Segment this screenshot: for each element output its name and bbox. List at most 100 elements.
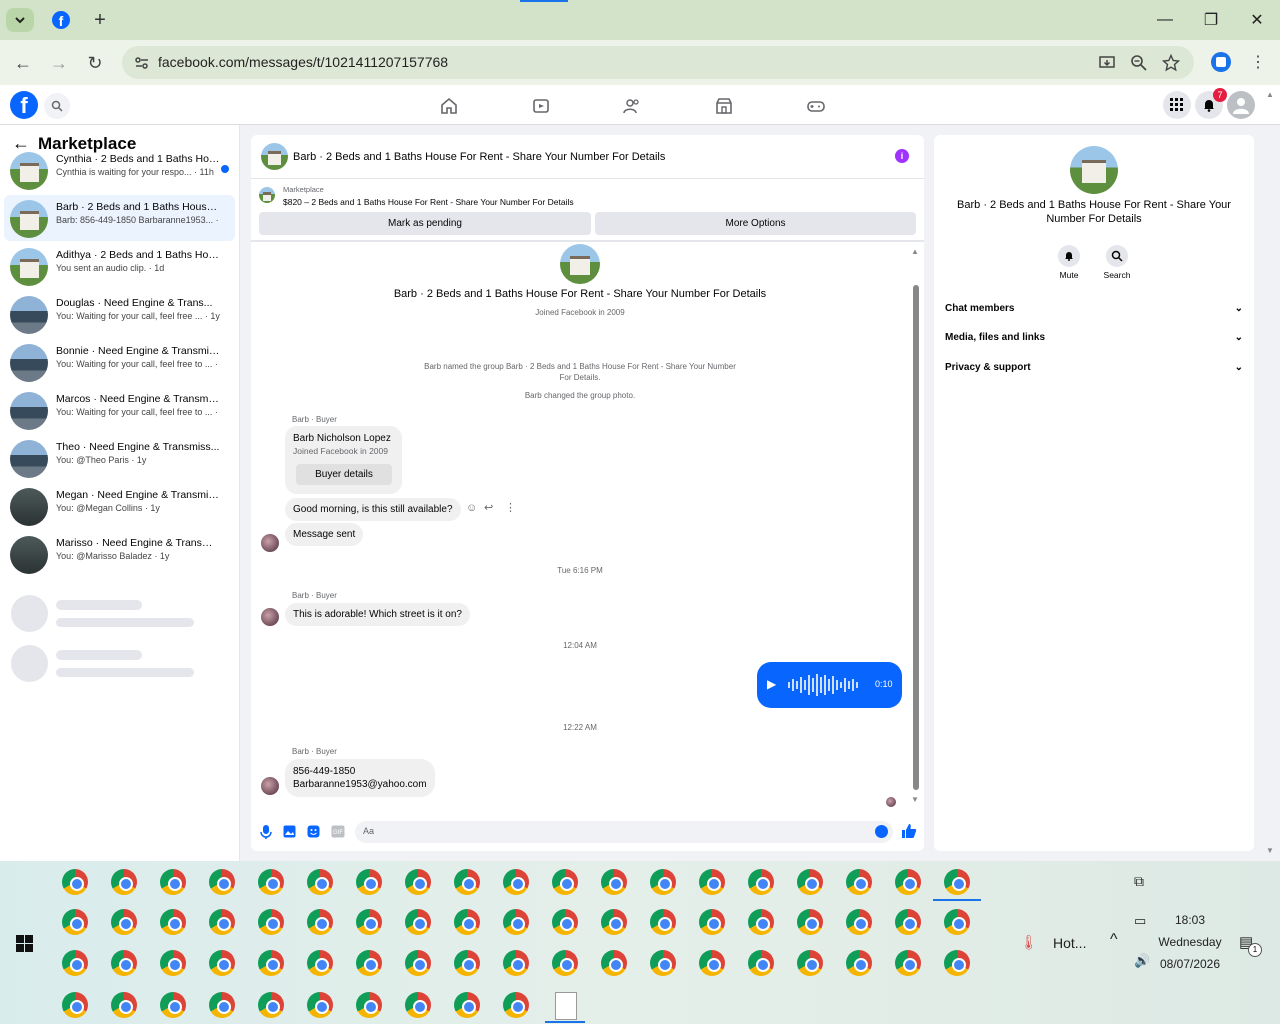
omnibox[interactable]: facebook.com/messages/t/1021411207157768 <box>122 46 1194 79</box>
chrome-taskbar-icon[interactable] <box>209 992 235 1018</box>
bookmark-star-icon[interactable] <box>1162 54 1180 72</box>
chrome-taskbar-icon[interactable] <box>356 992 382 1018</box>
chrome-taskbar-icon[interactable] <box>405 869 431 895</box>
chrome-taskbar-icon[interactable] <box>895 869 921 895</box>
info-icon[interactable]: i <box>895 149 909 163</box>
chrome-taskbar-icon[interactable] <box>209 869 235 895</box>
chrome-taskbar-icon[interactable] <box>454 869 480 895</box>
meet-now-icon[interactable]: ⧉ <box>1134 873 1144 890</box>
more-options-button[interactable]: More Options <box>595 212 916 235</box>
weather-icon[interactable]: 🌡 <box>1020 934 1038 951</box>
scroll-up-icon[interactable]: ▲ <box>911 247 919 256</box>
chrome-taskbar-icon[interactable] <box>62 992 88 1018</box>
chrome-taskbar-icon[interactable] <box>601 950 627 976</box>
chrome-taskbar-icon[interactable] <box>454 909 480 935</box>
chrome-taskbar-icon[interactable] <box>895 950 921 976</box>
chrome-taskbar-icon[interactable] <box>650 950 676 976</box>
conversation-item[interactable]: Marcos · Need Engine & Transmiss... You: … <box>4 387 235 433</box>
chrome-taskbar-icon[interactable] <box>699 869 725 895</box>
listing-title[interactable]: $820 – 2 Beds and 1 Baths House For Rent… <box>283 197 574 207</box>
message-bubble[interactable]: This is adorable! Which street is it on? <box>285 603 470 626</box>
photo-icon[interactable] <box>283 825 296 838</box>
mark-pending-button[interactable]: Mark as pending <box>259 212 591 235</box>
chrome-taskbar-icon[interactable] <box>748 909 774 935</box>
chrome-taskbar-icon[interactable] <box>258 869 284 895</box>
nav-friends[interactable] <box>621 95 643 117</box>
conversation-item[interactable]: Theo · Need Engine & Transmiss... You: @T… <box>4 435 235 481</box>
conversation-item[interactable]: Barb · 2 Beds and 1 Baths House F... Barb… <box>4 195 235 241</box>
windows-start-icon[interactable] <box>16 935 33 952</box>
chrome-taskbar-icon[interactable] <box>454 950 480 976</box>
conversation-item[interactable]: Douglas · Need Engine & Trans... You: Wai… <box>4 291 235 337</box>
section-chat-members[interactable]: Chat members ⌄ <box>945 303 1243 314</box>
scroll-down-icon[interactable]: ▼ <box>911 795 919 804</box>
clock-day[interactable]: Wednesday <box>1150 935 1230 949</box>
chrome-taskbar-icon[interactable] <box>454 992 480 1018</box>
clock-date[interactable]: 08/07/2026 <box>1150 957 1230 971</box>
network-icon[interactable]: ▭ <box>1134 913 1146 929</box>
chrome-taskbar-icon[interactable] <box>748 950 774 976</box>
chat-title[interactable]: Barb · 2 Beds and 1 Baths House For Rent… <box>293 151 665 163</box>
chrome-taskbar-icon[interactable] <box>160 992 186 1018</box>
chrome-taskbar-icon[interactable] <box>62 909 88 935</box>
chrome-taskbar-icon[interactable] <box>846 869 872 895</box>
chrome-taskbar-icon[interactable] <box>405 992 431 1018</box>
play-icon[interactable]: ▶ <box>767 677 776 691</box>
chrome-taskbar-icon[interactable] <box>307 909 333 935</box>
chrome-taskbar-icon[interactable] <box>405 950 431 976</box>
chrome-taskbar-icon[interactable] <box>111 909 137 935</box>
menu-button[interactable] <box>1163 91 1191 119</box>
show-hidden-icons-icon[interactable]: ^ <box>1110 931 1118 949</box>
volume-icon[interactable]: 🔊 <box>1134 953 1150 969</box>
mute-button[interactable] <box>1058 245 1080 267</box>
chrome-taskbar-icon[interactable] <box>307 869 333 895</box>
file-taskbar-icon[interactable] <box>555 992 577 1020</box>
chrome-taskbar-icon[interactable] <box>895 909 921 935</box>
sender-avatar[interactable] <box>261 608 279 626</box>
chrome-taskbar-icon[interactable] <box>111 992 137 1018</box>
react-icon[interactable]: ☺ <box>466 502 477 514</box>
emoji-icon[interactable] <box>875 825 888 838</box>
chrome-taskbar-icon[interactable] <box>258 909 284 935</box>
tab-facebook[interactable]: f <box>42 0 80 40</box>
chrome-taskbar-icon[interactable] <box>209 909 235 935</box>
chrome-taskbar-icon[interactable] <box>650 869 676 895</box>
conversation-item[interactable]: Marisso · Need Engine & Transmis... You: … <box>4 531 235 577</box>
chrome-taskbar-icon[interactable] <box>601 869 627 895</box>
site-info-icon[interactable] <box>134 55 150 71</box>
chrome-taskbar-icon[interactable] <box>748 869 774 895</box>
chrome-taskbar-icon[interactable] <box>552 909 578 935</box>
chrome-taskbar-icon[interactable] <box>552 950 578 976</box>
chrome-taskbar-icon[interactable] <box>797 869 823 895</box>
chrome-taskbar-icon[interactable] <box>601 909 627 935</box>
chrome-taskbar-icon[interactable] <box>699 909 725 935</box>
search-conversation-button[interactable] <box>1106 245 1128 267</box>
chrome-taskbar-icon[interactable] <box>944 909 970 935</box>
message-bubble[interactable]: 856-449-1850 Barbaranne1953@yahoo.com <box>285 759 435 797</box>
chrome-taskbar-icon[interactable] <box>797 950 823 976</box>
facebook-search-button[interactable] <box>44 93 70 119</box>
chat-avatar[interactable] <box>261 143 288 170</box>
chrome-taskbar-icon[interactable] <box>160 869 186 895</box>
chrome-taskbar-icon[interactable] <box>356 909 382 935</box>
zoom-icon[interactable] <box>1130 54 1148 72</box>
chrome-taskbar-icon[interactable] <box>944 950 970 976</box>
chrome-taskbar-icon[interactable] <box>356 869 382 895</box>
chrome-taskbar-icon[interactable] <box>307 992 333 1018</box>
page-scroll-down-icon[interactable]: ▼ <box>1266 846 1274 855</box>
chrome-taskbar-icon[interactable] <box>111 869 137 895</box>
chrome-taskbar-icon[interactable] <box>209 950 235 976</box>
chrome-taskbar-icon[interactable] <box>111 950 137 976</box>
forward-button[interactable]: → <box>46 50 72 76</box>
chrome-taskbar-icon[interactable] <box>405 909 431 935</box>
conversation-item[interactable]: Bonnie · Need Engine & Transmissi... You:… <box>4 339 235 385</box>
restore-button[interactable]: ❐ <box>1196 8 1226 32</box>
chrome-taskbar-icon[interactable] <box>503 869 529 895</box>
chrome-taskbar-icon[interactable] <box>258 950 284 976</box>
nav-gaming[interactable] <box>805 95 827 117</box>
nav-video[interactable] <box>530 95 552 117</box>
message-bubble[interactable]: Good morning, is this still available? <box>285 498 461 521</box>
chrome-taskbar-icon[interactable] <box>503 909 529 935</box>
like-thumb-icon[interactable] <box>901 823 917 839</box>
chrome-taskbar-icon[interactable] <box>62 869 88 895</box>
